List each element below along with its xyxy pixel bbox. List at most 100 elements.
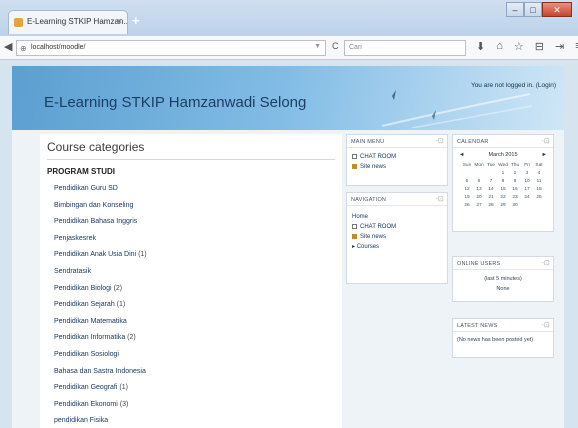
- window-controls: – □ ✕: [506, 2, 572, 17]
- category-name[interactable]: Pendidikan Guru SD: [54, 185, 118, 192]
- move-icon[interactable]: -⊡: [435, 137, 444, 145]
- category-link[interactable]: Sendratasik: [54, 268, 334, 285]
- category-link[interactable]: Penjaskesrek: [54, 235, 334, 252]
- home-icon[interactable]: ⌂: [496, 40, 503, 53]
- main-menu-item-link[interactable]: CHAT ROOM: [347, 152, 447, 162]
- category-link[interactable]: Pendidikan Anak Usia Dini (1): [54, 251, 334, 268]
- calendar-month[interactable]: March 2015: [488, 152, 517, 158]
- calendar-day[interactable]: 14: [485, 185, 497, 193]
- maximize-button[interactable]: □: [524, 2, 542, 17]
- category-name[interactable]: Bahasa dan Sastra Indonesia: [54, 368, 146, 375]
- next-month-icon[interactable]: ►: [542, 152, 547, 158]
- calendar-day[interactable]: 15: [497, 185, 509, 193]
- expand-arrow-icon[interactable]: ▸: [352, 244, 355, 250]
- calendar-day[interactable]: 20: [473, 193, 485, 201]
- calendar-day[interactable]: 4: [533, 169, 545, 177]
- category-title[interactable]: PROGRAM STUDI: [47, 167, 115, 176]
- category-link[interactable]: Pendidikan Bahasa Inggris: [54, 218, 334, 235]
- download-icon[interactable]: ⬇: [476, 40, 485, 53]
- search-box[interactable]: Cari: [344, 40, 466, 56]
- category-name[interactable]: Pendidikan Sosiologi: [54, 351, 119, 358]
- calendar-day[interactable]: 29: [497, 201, 509, 209]
- category-link[interactable]: Pendidikan Guru SD: [54, 185, 334, 202]
- url-dropdown-icon[interactable]: ▼: [314, 43, 321, 50]
- category-link[interactable]: Pendidikan Informatika (2): [54, 334, 334, 351]
- calendar-day[interactable]: 16: [509, 185, 521, 193]
- calendar-day[interactable]: 11: [533, 177, 545, 185]
- category-name[interactable]: Pendidikan Anak Usia Dini: [54, 251, 136, 258]
- calendar-weekday: Sun: [462, 162, 472, 168]
- category-link[interactable]: Bimbingan dan Konseling: [54, 202, 334, 219]
- calendar-day[interactable]: 2: [509, 169, 521, 177]
- calendar-day[interactable]: 9: [509, 177, 521, 185]
- category-name[interactable]: Pendidikan Sejarah: [54, 301, 115, 308]
- calendar-day[interactable]: 3: [521, 169, 533, 177]
- calendar-day[interactable]: 30: [509, 201, 521, 209]
- category-link[interactable]: Pendidikan Ekonomi (3): [54, 401, 334, 418]
- calendar-day[interactable]: 8: [497, 177, 509, 185]
- calendar-day[interactable]: 6: [473, 177, 485, 185]
- calendar-day[interactable]: 19: [461, 193, 473, 201]
- category-name[interactable]: Pendidikan Informatika: [54, 334, 125, 341]
- calendar-day[interactable]: 22: [497, 193, 509, 201]
- pocket-icon[interactable]: ⇥: [555, 40, 564, 53]
- nav-courses-link[interactable]: ▸ Courses: [347, 242, 447, 252]
- calendar-day[interactable]: 13: [473, 185, 485, 193]
- category-name[interactable]: Bimbingan dan Konseling: [54, 202, 133, 209]
- category-name[interactable]: Pendidikan Ekonomi: [54, 401, 118, 408]
- calendar-day[interactable]: 5: [461, 177, 473, 185]
- calendar-day[interactable]: 28: [485, 201, 497, 209]
- category-list: Pendidikan Guru SD Bimbingan dan Konseli…: [54, 185, 334, 428]
- calendar-day[interactable]: 21: [485, 193, 497, 201]
- category-name[interactable]: Sendratasik: [54, 268, 91, 275]
- category-link[interactable]: Pendidikan Biologi (2): [54, 285, 334, 302]
- calendar-day[interactable]: 1: [497, 169, 509, 177]
- calendar-day[interactable]: 7: [485, 177, 497, 185]
- tab-close-icon[interactable]: ×: [117, 16, 122, 26]
- move-icon[interactable]: -⊡: [435, 195, 444, 203]
- category-name[interactable]: Pendidikan Bahasa Inggris: [54, 218, 137, 225]
- category-name[interactable]: Pendidikan Matematika: [54, 318, 127, 325]
- main-menu-item-link[interactable]: Site news: [347, 162, 447, 172]
- category-name[interactable]: Pendidikan Biologi: [54, 285, 112, 292]
- new-tab-button[interactable]: +: [132, 13, 140, 28]
- calendar-day[interactable]: 10: [521, 177, 533, 185]
- category-name[interactable]: pendidikan Fisika: [54, 417, 108, 424]
- category-name[interactable]: Penjaskesrek: [54, 235, 96, 242]
- calendar-day[interactable]: 12: [461, 185, 473, 193]
- move-icon[interactable]: -⊡: [541, 259, 550, 267]
- category-link[interactable]: Bahasa dan Sastra Indonesia: [54, 368, 334, 385]
- online-users-title: ONLINE USERS: [457, 261, 501, 267]
- move-icon[interactable]: -⊡: [541, 137, 550, 145]
- calendar-day[interactable]: 27: [473, 201, 485, 209]
- category-link[interactable]: Pendidikan Sejarah (1): [54, 301, 334, 318]
- nav-item-link[interactable]: CHAT ROOM: [347, 222, 447, 232]
- browser-tab[interactable]: E-Learning STKIP Hamzan... ×: [8, 10, 128, 34]
- move-icon[interactable]: -⊡: [541, 321, 550, 329]
- reload-icon[interactable]: C: [332, 41, 339, 51]
- calendar-day[interactable]: 24: [521, 193, 533, 201]
- calendar-day[interactable]: 25: [533, 193, 545, 201]
- close-window-button[interactable]: ✕: [542, 2, 572, 17]
- bookmark-star-icon[interactable]: ☆: [514, 40, 524, 53]
- nav-item-link[interactable]: Site news: [347, 232, 447, 242]
- category-link[interactable]: Pendidikan Matematika: [54, 318, 334, 335]
- clipboard-icon[interactable]: ⊟: [535, 40, 544, 53]
- calendar-day[interactable]: 18: [533, 185, 545, 193]
- navigation-block: NAVIGATION -⊡ Home CHAT ROOM Site news ▸ …: [346, 192, 448, 284]
- back-arrow-icon[interactable]: ◀: [4, 40, 12, 53]
- calendar-day[interactable]: 23: [509, 193, 521, 201]
- address-text[interactable]: localhost/moodle/: [31, 44, 85, 51]
- page-heading: Course categories: [47, 140, 145, 154]
- calendar-day[interactable]: 26: [461, 201, 473, 209]
- address-bar[interactable]: ⊕ localhost/moodle/ ▼: [16, 40, 326, 56]
- category-link[interactable]: Pendidikan Geografi (1): [54, 384, 334, 401]
- minimize-button[interactable]: –: [506, 2, 524, 17]
- prev-month-icon[interactable]: ◄: [459, 152, 464, 158]
- calendar-day[interactable]: 17: [521, 185, 533, 193]
- category-name[interactable]: Pendidikan Geografi: [54, 384, 117, 391]
- site-title[interactable]: E-Learning STKIP Hamzanwadi Selong: [44, 94, 306, 111]
- category-link[interactable]: Pendidikan Sosiologi: [54, 351, 334, 368]
- category-link[interactable]: pendidikan Fisika: [54, 417, 334, 428]
- nav-home-link[interactable]: Home: [347, 212, 447, 222]
